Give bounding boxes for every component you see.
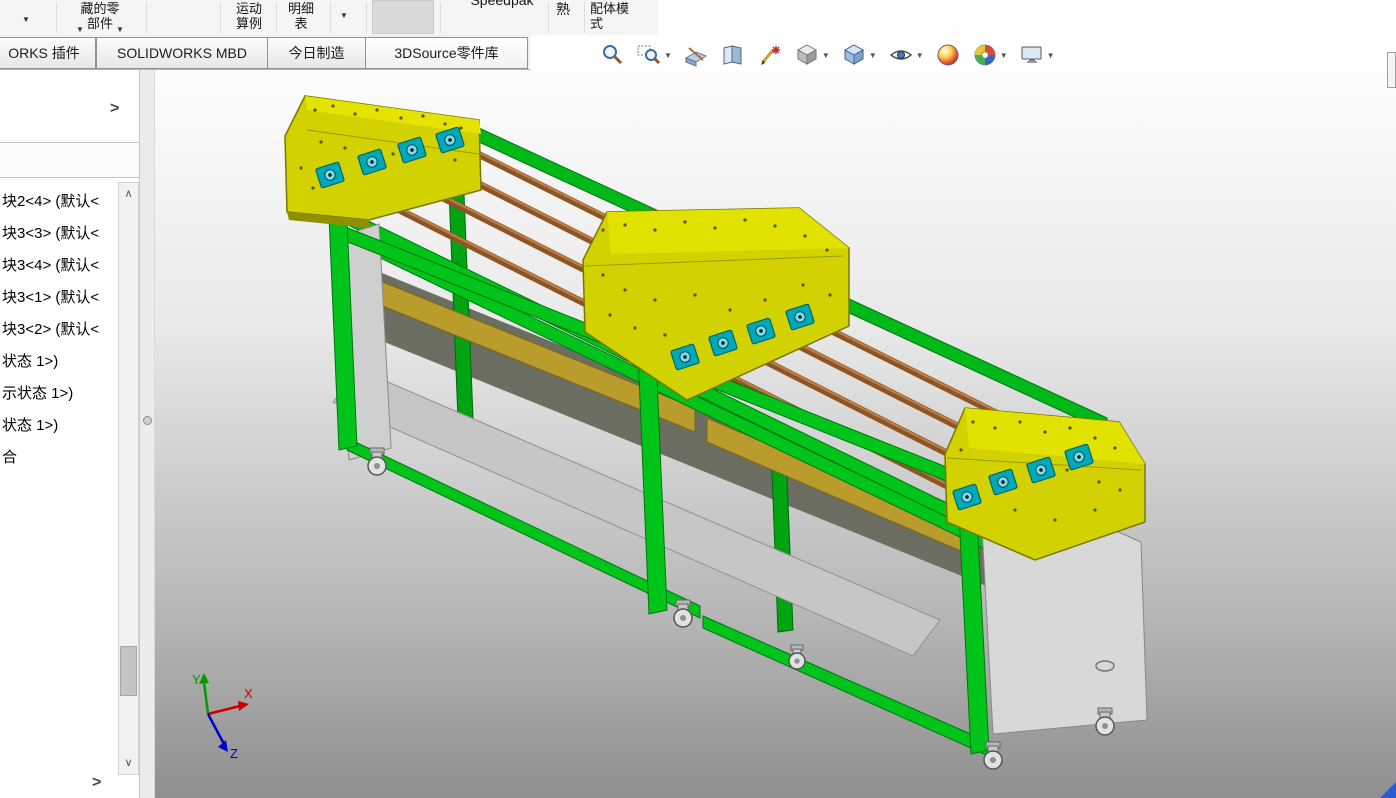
dropdown-caret-icon[interactable]: ▼ [22, 16, 30, 24]
splitter-handle-icon[interactable] [143, 416, 152, 425]
edit-sketch-pencil-icon [760, 46, 780, 65]
section-view-button[interactable] [682, 41, 710, 69]
coordinate-triad: Y X Z [192, 672, 253, 760]
ribbon-fragment-label: 熟 [556, 1, 570, 17]
dropdown-caret-icon[interactable]: ▼ [1047, 51, 1055, 60]
ribbon-empty-area [658, 0, 1396, 35]
solidworks-window: Y X Z ▼ ▼ ▼ ▼ ▼ ▼ > 块2<4> (默认< 块3<3> (默认… [0, 0, 1396, 798]
apply-scene-button[interactable]: ▼ [971, 41, 1009, 69]
ribbon-separator [330, 2, 331, 33]
panel-bottom-chevron[interactable]: > [92, 774, 101, 792]
zoom-fit-button[interactable] [598, 41, 626, 69]
zoom-fit-icon [603, 45, 623, 65]
bom-table-button[interactable]: 明细 表 [278, 1, 324, 31]
tree-item[interactable]: 块2<4> (默认< [2, 186, 116, 218]
assembly-model[interactable] [155, 70, 1396, 798]
view-cube-icon [843, 44, 864, 65]
scroll-up-button[interactable]: ∧ [119, 183, 138, 205]
heads-up-toolbar: ▼ ▼ ▼ ▼ ▼ ▼ [598, 41, 1056, 69]
motion-study-button[interactable]: 运动 算例 [224, 1, 274, 31]
tree-item[interactable]: 块3<2> (默认< [2, 314, 116, 346]
edit-appearance-button[interactable] [934, 41, 962, 69]
ribbon-separator [56, 2, 57, 33]
ribbon-separator [146, 2, 147, 33]
x-axis-arrow-icon [238, 701, 249, 711]
ribbon-separator [584, 2, 585, 33]
tree-item[interactable]: 示状态 1>) [2, 378, 116, 410]
motion-study-label-2: 算例 [235, 16, 262, 31]
tree-item[interactable]: 块3<1> (默认< [2, 282, 116, 314]
hidden-components-label-2: 部件 [86, 16, 113, 31]
dropdown-caret-icon[interactable]: ▼ [822, 51, 830, 60]
tab-jinri-zhizao[interactable]: 今日制造 [267, 37, 366, 69]
ribbon-separator [548, 2, 549, 33]
monitor-icon [1021, 46, 1042, 63]
ribbon: ▼ 藏的零 部件 ▼ ▼ 运动 算例 明细 表 ▼ Speedpak 熟 配体模… [0, 0, 1396, 35]
tree-item[interactable]: 块3<4> (默认< [2, 250, 116, 282]
dropdown-caret-icon[interactable]: ▼ [664, 51, 672, 60]
tree-item[interactable]: 状态 1>) [2, 346, 116, 378]
ribbon-separator [220, 2, 221, 33]
display-style-button[interactable]: ▼ [793, 41, 831, 69]
tree-scrollbar[interactable]: ∧ ∨ [118, 182, 139, 775]
scroll-down-button[interactable]: ∨ [119, 752, 138, 774]
view-settings-button[interactable]: ▼ [1018, 41, 1056, 69]
tree-item[interactable]: 合 [2, 442, 116, 474]
panel-expand-chevron[interactable]: > [110, 100, 119, 118]
tab-solidworks-mbd[interactable]: SOLIDWORKS MBD [96, 37, 268, 69]
tree-item[interactable]: 块3<3> (默认< [2, 218, 116, 250]
ribbon-separator [276, 2, 277, 33]
bom-label-1: 明细 [287, 1, 314, 16]
scrollbar-thumb[interactable] [120, 646, 137, 696]
ribbon-separator [366, 2, 367, 33]
tab-solidworks-addins[interactable]: ORKS 插件 [0, 37, 96, 69]
assembly-mode-label-2: 式 [590, 16, 604, 31]
ribbon-separator [440, 2, 441, 33]
dropdown-caret-icon[interactable]: ▼ [116, 26, 124, 34]
section-view-icon [684, 47, 708, 67]
speedpak-button[interactable]: Speedpak [456, 0, 548, 8]
feature-tree-panel: > 块2<4> (默认< 块3<3> (默认< 块3<4> (默认< 块3<1>… [0, 70, 140, 798]
assembly-mode-button[interactable]: 配体模 式 [590, 1, 652, 31]
y-axis-label: Y [192, 672, 201, 687]
tree-item[interactable]: 状态 1>) [2, 410, 116, 442]
tree-header-box[interactable] [0, 142, 139, 178]
disabled-ribbon-button [372, 0, 434, 34]
dropdown-caret-icon[interactable]: ▼ [76, 26, 84, 34]
display-style-cube-icon [796, 44, 817, 65]
tab-3dsource-library[interactable]: 3DSource零件库 [365, 37, 528, 69]
resize-corner-icon[interactable] [1380, 782, 1396, 798]
z-axis-label: Z [230, 746, 238, 760]
dropdown-caret-icon[interactable]: ▼ [1000, 51, 1008, 60]
hidden-components-button[interactable]: 藏的零 部件 [64, 1, 136, 31]
scene-color-wheel-icon [974, 44, 996, 66]
zoom-area-button[interactable]: ▼ [635, 41, 673, 69]
hide-show-items-button[interactable]: ▼ [887, 41, 925, 69]
motion-study-label-1: 运动 [235, 1, 262, 16]
dropdown-caret-icon[interactable]: ▼ [340, 12, 348, 20]
viewport-mini-scrollbar[interactable] [1387, 52, 1396, 88]
appearance-sphere-icon [937, 44, 959, 66]
dropdown-caret-icon[interactable]: ▼ [869, 51, 877, 60]
view-orientation-cube-button[interactable]: ▼ [840, 41, 878, 69]
panel-splitter[interactable] [140, 70, 155, 798]
x-axis-label: X [244, 686, 253, 701]
dropdown-caret-icon[interactable]: ▼ [916, 51, 924, 60]
zoom-area-icon [637, 45, 661, 65]
orientation-pages-button[interactable] [719, 41, 747, 69]
tab-bar: ORKS 插件 SOLIDWORKS MBD 今日制造 3DSource零件库 [0, 35, 530, 70]
orientation-pages-icon [723, 45, 742, 65]
bom-label-2: 表 [294, 16, 308, 31]
hidden-components-label-1: 藏的零 [80, 1, 120, 16]
eye-icon [889, 50, 912, 60]
assembly-mode-label-1: 配体模 [590, 1, 630, 16]
edit-sketch-button[interactable] [756, 41, 784, 69]
